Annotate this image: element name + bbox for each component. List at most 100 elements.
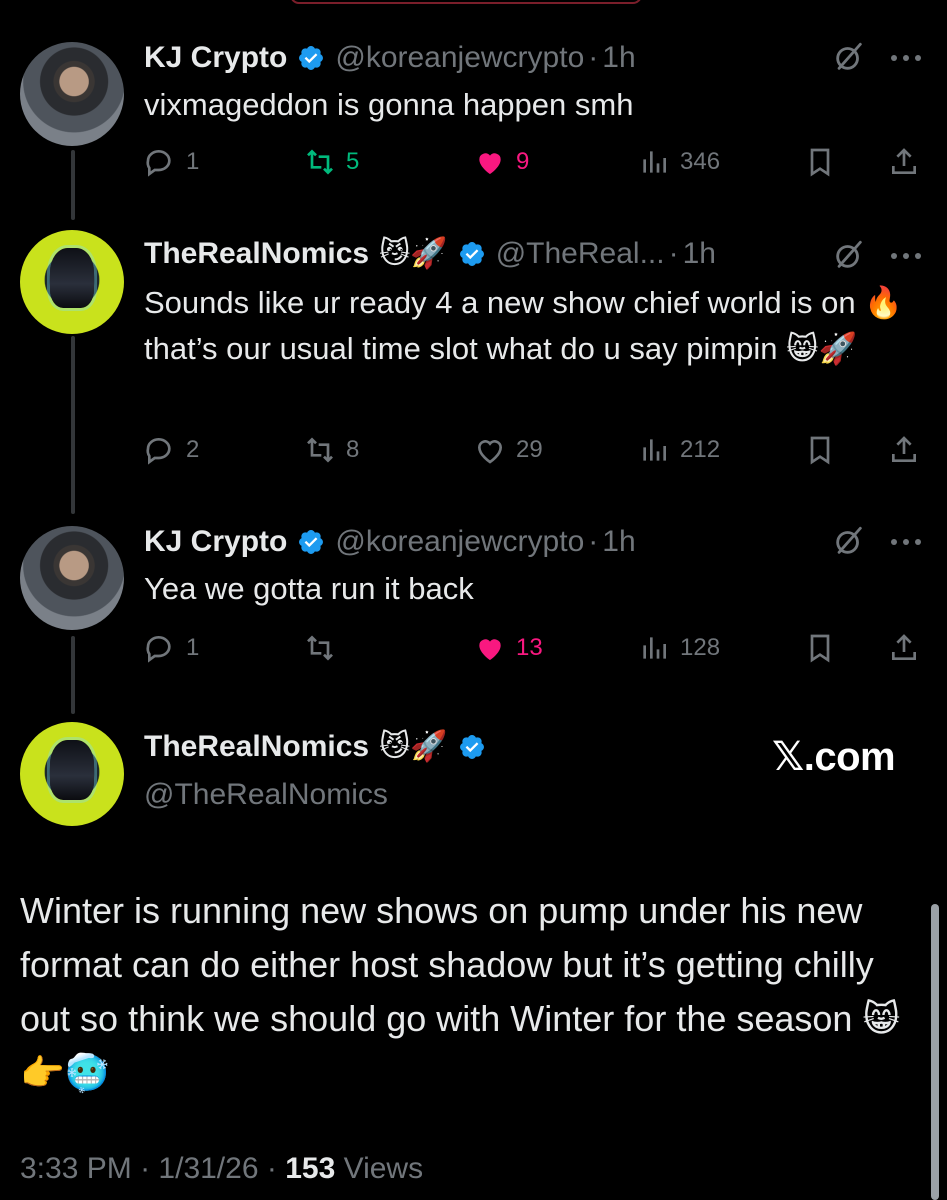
verified-badge-icon <box>299 46 324 70</box>
more-icon[interactable] <box>888 53 924 63</box>
author-handle[interactable]: @koreanjewcrypto <box>335 41 584 75</box>
more-icon[interactable] <box>888 251 924 261</box>
grok-icon[interactable] <box>832 524 866 558</box>
x-brand-logo: 𝕏.com <box>772 735 896 779</box>
share-button[interactable] <box>888 142 920 182</box>
like-button[interactable]: 29 <box>474 430 543 470</box>
bookmark-button[interactable] <box>804 430 836 470</box>
separator-dot: · <box>266 1152 277 1185</box>
views-count: 153 <box>285 1152 336 1185</box>
verified-badge-icon <box>299 530 324 554</box>
author-handle[interactable]: @koreanjewcrypto <box>335 525 584 559</box>
verified-badge-icon <box>459 735 484 759</box>
author-name[interactable]: TheRealNomics <box>144 730 369 764</box>
post-date[interactable]: 1/31/26 <box>158 1152 258 1185</box>
retweet-icon <box>307 437 333 463</box>
views-icon <box>643 151 666 173</box>
view-count: 212 <box>680 436 721 463</box>
reply-count: 1 <box>186 634 200 661</box>
view-count: 128 <box>680 634 721 661</box>
timestamp[interactable]: 1h <box>602 41 635 75</box>
thread-line <box>71 336 75 514</box>
separator-dot: · <box>588 41 599 74</box>
views-icon <box>643 439 666 461</box>
heart-icon <box>477 440 503 464</box>
views-button[interactable]: 346 <box>638 142 720 182</box>
avatar[interactable] <box>20 722 124 826</box>
tweet-text: vixmageddon is gonna happen smh <box>144 87 634 122</box>
like-count: 29 <box>516 436 543 463</box>
retweet-button[interactable] <box>304 628 336 668</box>
tweet-header: TheRealNomics 😼🚀 @TheReal... · 1h <box>144 232 716 276</box>
views-icon <box>643 637 666 659</box>
bookmark-icon <box>810 148 830 177</box>
timestamp[interactable]: 1h <box>683 237 716 271</box>
share-icon <box>892 148 916 174</box>
action-bar: 1 5 9 346 <box>144 142 934 182</box>
grok-icon[interactable] <box>832 40 866 74</box>
action-bar: 1 13 128 <box>144 628 934 668</box>
retweet-count: 8 <box>346 436 360 463</box>
tweet-header: KJ Crypto @koreanjewcrypto · 1h <box>144 520 636 564</box>
like-count: 13 <box>516 634 543 661</box>
views-button[interactable]: 212 <box>638 430 720 470</box>
reply-button[interactable]: 1 <box>144 142 199 182</box>
like-button[interactable]: 9 <box>474 142 529 182</box>
share-icon <box>892 634 916 660</box>
bookmark-button[interactable] <box>804 142 836 182</box>
thread-line <box>71 150 75 220</box>
timestamp[interactable]: 1h <box>602 525 635 559</box>
views-button[interactable]: 128 <box>638 628 720 668</box>
avatar[interactable] <box>20 42 124 146</box>
author-emoji: 😼🚀 <box>379 237 448 270</box>
top-edge-highlight <box>290 0 642 4</box>
separator-dot: · <box>588 525 599 558</box>
reply-icon <box>146 438 171 465</box>
tweet-text: Yea we gotta run it back <box>144 571 474 606</box>
heart-icon <box>479 639 501 660</box>
separator-dot: · <box>140 1152 151 1185</box>
bookmark-icon <box>810 436 830 465</box>
author-name[interactable]: KJ Crypto <box>144 41 287 75</box>
bookmark-icon <box>810 634 830 663</box>
share-button[interactable] <box>888 628 920 668</box>
retweet-button[interactable]: 5 <box>304 142 359 182</box>
heart-icon <box>479 153 501 174</box>
main-tweet-text: Winter is running new shows on pump unde… <box>20 890 900 1093</box>
share-icon <box>892 436 916 462</box>
views-label: Views <box>343 1152 424 1185</box>
reply-count: 1 <box>186 148 200 175</box>
view-count: 346 <box>680 148 721 175</box>
grok-icon[interactable] <box>832 238 866 272</box>
post-time[interactable]: 3:33 PM <box>20 1152 132 1185</box>
scrollbar[interactable] <box>931 904 939 1200</box>
main-tweet-header: TheRealNomics 😼🚀 <box>144 730 486 764</box>
author-handle[interactable]: @TheReal... <box>496 237 665 271</box>
tweet-text: Sounds like ur ready 4 a new show chief … <box>144 285 903 366</box>
like-button[interactable]: 13 <box>474 628 543 668</box>
reply-button[interactable]: 1 <box>144 628 199 668</box>
retweet-icon <box>307 635 333 661</box>
thread-line <box>71 636 75 714</box>
retweet-count: 5 <box>346 148 360 175</box>
share-button[interactable] <box>888 430 920 470</box>
retweet-icon <box>307 149 333 175</box>
more-icon[interactable] <box>888 537 924 547</box>
author-name[interactable]: KJ Crypto <box>144 525 287 559</box>
author-handle[interactable]: @TheRealNomics <box>144 778 388 812</box>
reply-icon <box>146 150 171 177</box>
bookmark-button[interactable] <box>804 628 836 668</box>
reply-icon <box>146 636 171 663</box>
avatar[interactable] <box>20 230 124 334</box>
reply-count: 2 <box>186 436 200 463</box>
action-bar: 2 8 29 212 <box>144 430 934 470</box>
like-count: 9 <box>516 148 530 175</box>
separator-dot: · <box>668 237 679 270</box>
avatar[interactable] <box>20 526 124 630</box>
author-name[interactable]: TheRealNomics <box>144 237 369 271</box>
author-emoji: 😼🚀 <box>379 730 448 763</box>
verified-badge-icon <box>459 242 484 266</box>
tweet-metadata: 3:33 PM · 1/31/26 · 153 Views <box>20 1152 423 1186</box>
retweet-button[interactable]: 8 <box>304 430 359 470</box>
reply-button[interactable]: 2 <box>144 430 199 470</box>
